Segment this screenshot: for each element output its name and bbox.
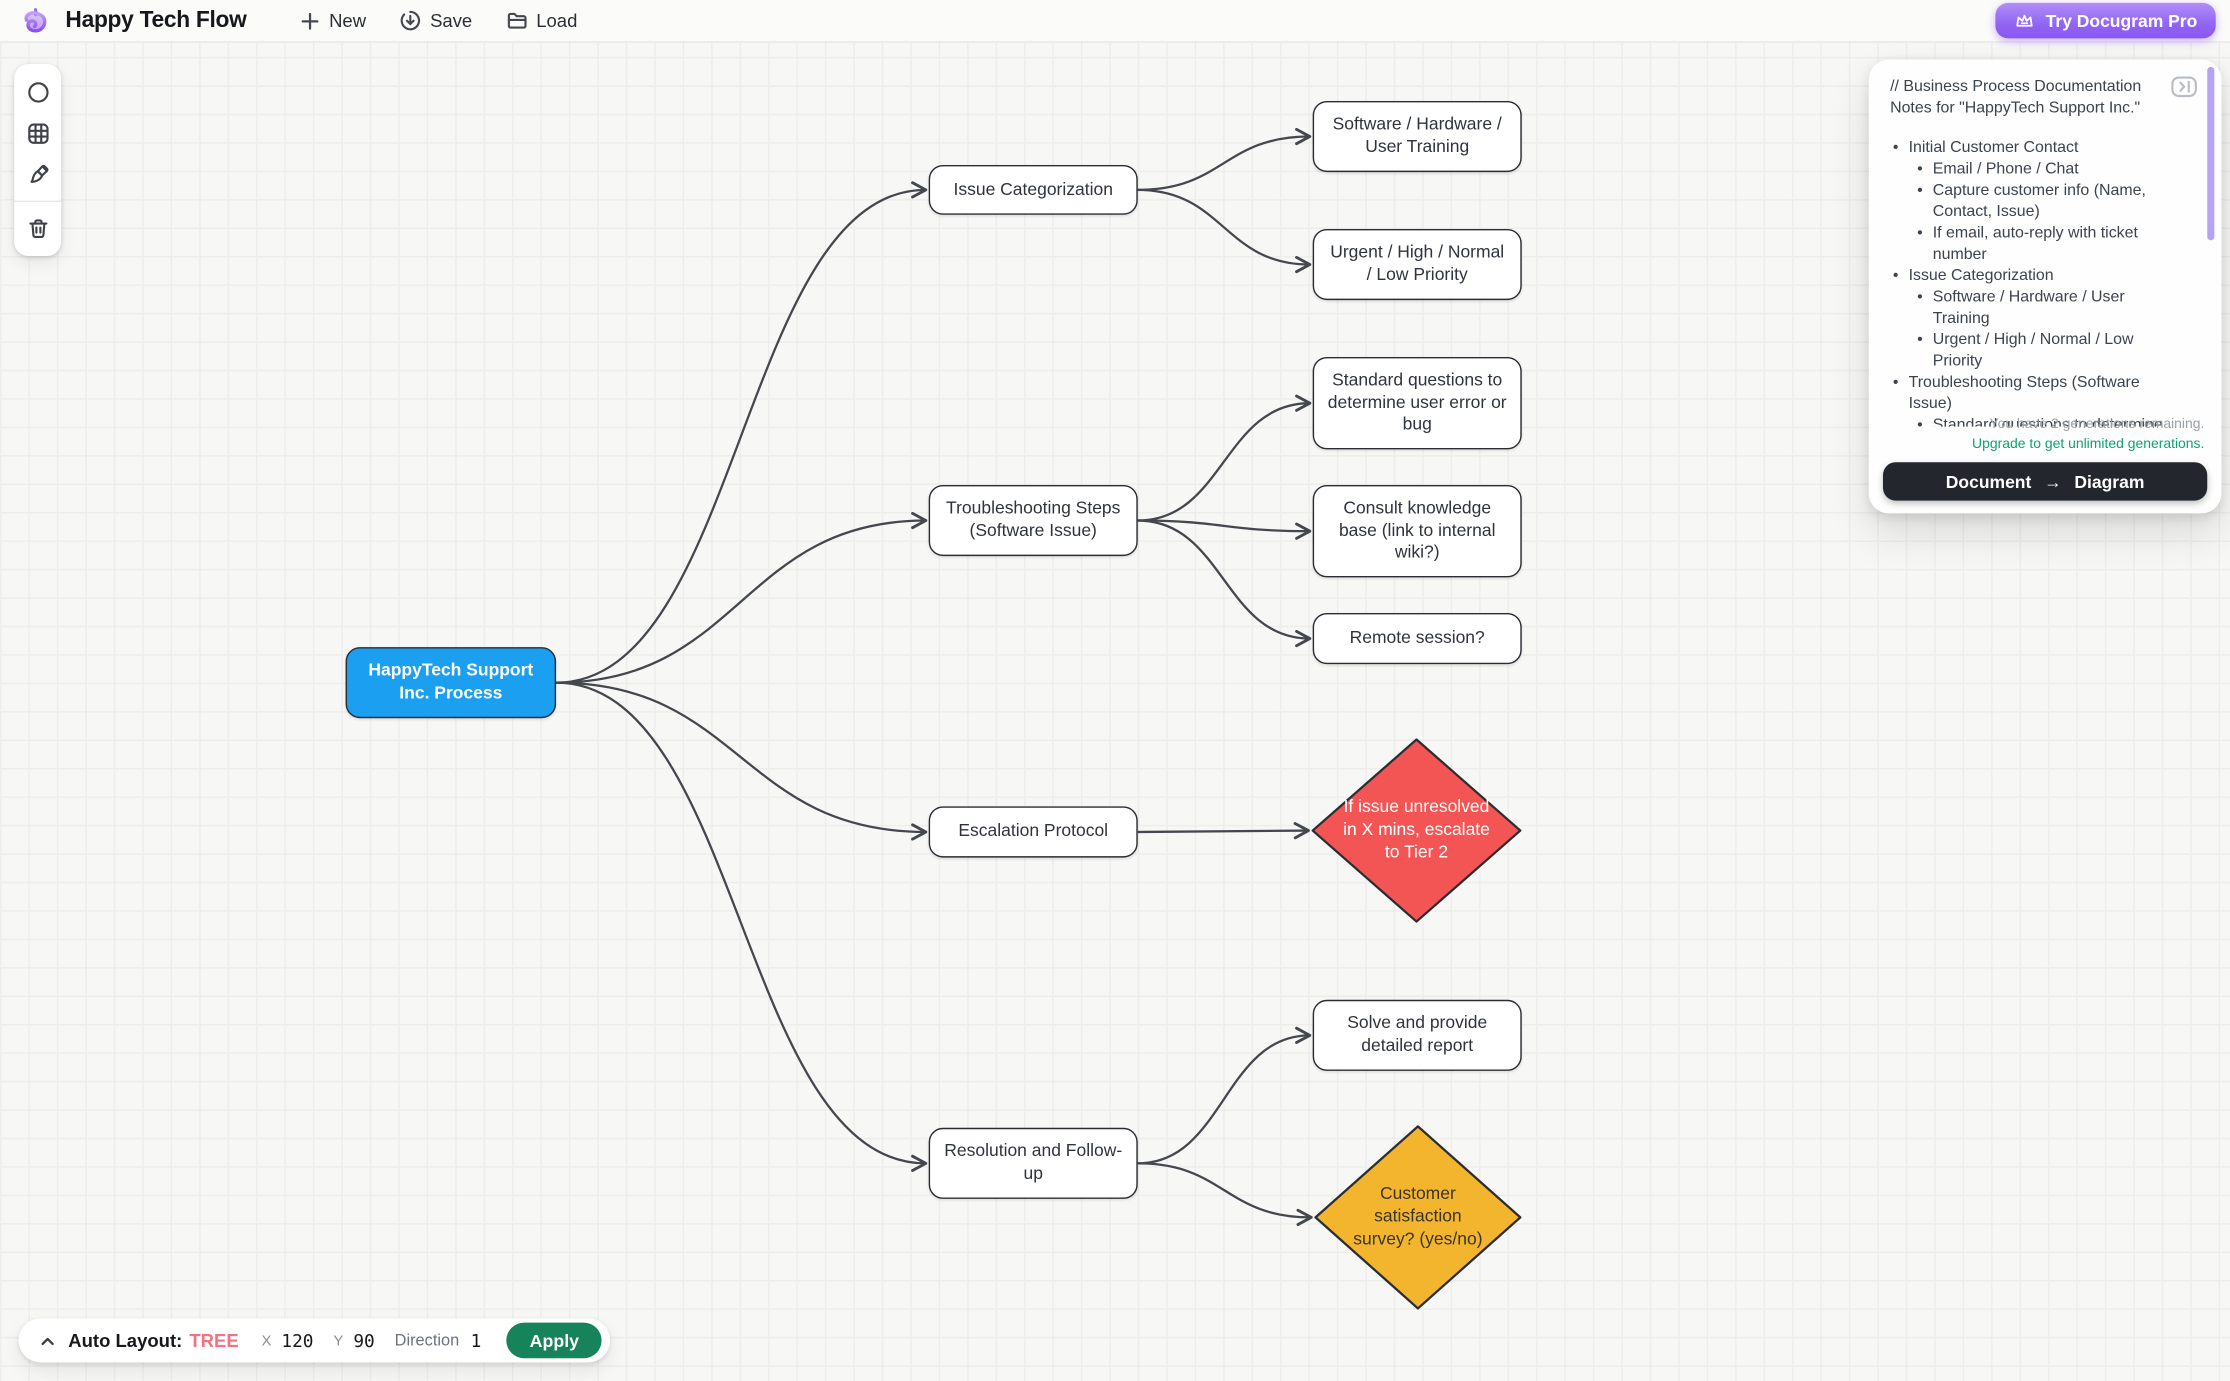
folder-icon <box>507 12 527 29</box>
note-line: Urgent / High / Normal / Low Priority <box>1890 330 2184 373</box>
node-label: Customer satisfaction survey? (yes/no) <box>1353 1183 1483 1249</box>
edge-resolution-followup-to-satisfaction-survey <box>1137 1162 1313 1226</box>
collapse-panel-button[interactable] <box>2170 74 2198 100</box>
generations-remaining-text: You have 2 generations remaining. <box>1989 416 2205 433</box>
note-line: Troubleshooting Steps (Software Issue) <box>1890 373 2184 416</box>
save-icon <box>401 10 421 31</box>
convert-right-label: Diagram <box>2074 471 2145 492</box>
auto-layout-label: Auto Layout: <box>68 1329 183 1352</box>
notes-text[interactable]: // Business Process Documentation Notes … <box>1890 77 2184 426</box>
layout-mode-value[interactable]: TREE <box>189 1330 238 1351</box>
new-button[interactable]: New <box>298 7 369 34</box>
node-solve-report[interactable]: Solve and provide detailed report <box>1312 999 1522 1071</box>
load-button[interactable]: Load <box>504 7 581 34</box>
node-label: If issue unresolved in X mins, escalate … <box>1343 796 1490 862</box>
note-line: Initial Customer Contact <box>1890 138 2184 159</box>
app-title: Happy Tech Flow <box>65 7 247 32</box>
load-label: Load <box>536 9 578 32</box>
panel-scrollbar-thumb[interactable] <box>2207 66 2215 241</box>
node-escalate-tier2[interactable]: If issue unresolved in X mins, escalate … <box>1311 738 1522 923</box>
note-line <box>1890 119 2184 137</box>
plus-icon <box>302 12 320 30</box>
circle-tool-button[interactable] <box>17 71 58 112</box>
edge-escalation-protocol-to-escalate-tier2 <box>1137 822 1310 840</box>
edge-root-to-resolution-followup <box>556 681 928 1172</box>
save-button[interactable]: Save <box>397 7 475 34</box>
note-line: Software / Hardware / User Training <box>1890 287 2184 330</box>
x-spacing-field[interactable]: 120 <box>281 1330 313 1351</box>
node-satisfaction-survey[interactable]: Customer satisfaction survey? (yes/no) <box>1314 1125 1522 1310</box>
shape-toolbar <box>14 63 62 256</box>
clean-tool-button[interactable] <box>17 154 58 195</box>
edge-issue-categorization-to-urgent-priority <box>1137 188 1312 274</box>
save-label: Save <box>430 9 473 32</box>
notes-panel: // Business Process Documentation Notes … <box>1868 59 2222 514</box>
note-line: Issue Categorization <box>1890 266 2184 287</box>
collapse-layout-bar-button[interactable] <box>37 1335 58 1346</box>
node-troubleshooting-steps[interactable]: Troubleshooting Steps (Software Issue) <box>928 484 1138 557</box>
panel-collapse-icon <box>2171 76 2197 98</box>
y-label: Y <box>333 1331 344 1349</box>
x-label: X <box>261 1331 272 1349</box>
node-standard-questions[interactable]: Standard questions to determine user err… <box>1312 356 1522 450</box>
upgrade-link[interactable]: Upgrade to get unlimited generations. <box>1972 437 2204 453</box>
node-root[interactable]: HappyTech Support Inc. Process <box>345 647 557 719</box>
direction-label: Direction <box>394 1331 460 1349</box>
note-line: Capture customer info (Name, Contact, Is… <box>1890 181 2184 224</box>
grid-tool-button[interactable] <box>17 112 58 153</box>
node-remote-session[interactable]: Remote session? <box>1312 612 1522 665</box>
edge-issue-categorization-to-software-hardware-training <box>1137 127 1312 192</box>
node-resolution-followup[interactable]: Resolution and Follow-up <box>928 1127 1138 1199</box>
convert-left-label: Document <box>1945 471 2032 492</box>
chevron-up-icon <box>41 1337 54 1345</box>
edge-root-to-issue-categorization <box>556 181 928 684</box>
edge-root-to-troubleshooting-steps <box>556 511 928 684</box>
auto-layout-bar: Auto Layout: TREE X 120 Y 90 Direction 1… <box>18 1318 611 1363</box>
edge-root-to-escalation-protocol <box>556 681 928 841</box>
delete-tool-button[interactable] <box>17 208 58 249</box>
y-spacing-field[interactable]: 90 <box>353 1330 374 1351</box>
note-line: Email / Phone / Chat <box>1890 159 2184 180</box>
header-menu: New Save Load <box>298 7 580 34</box>
app-header: Happy Tech Flow New Save Load Try Docugr… <box>0 0 2230 43</box>
direction-field[interactable]: 1 <box>471 1330 482 1351</box>
circle-icon <box>27 81 48 102</box>
app-window: HappyTech Support Inc. Process Issue Cate… <box>0 0 2230 1381</box>
toolbar-divider <box>14 200 62 202</box>
note-line: // Business Process Documentation Notes … <box>1890 78 2142 117</box>
node-urgent-priority[interactable]: Urgent / High / Normal / Low Priority <box>1312 228 1522 301</box>
crown-icon <box>2016 14 2034 26</box>
new-label: New <box>329 9 367 32</box>
edge-troubleshooting-steps-to-consult-knowledge-base <box>1137 519 1312 540</box>
apply-button[interactable]: Apply <box>506 1322 602 1359</box>
try-pro-label: Try Docugram Pro <box>2045 10 2198 31</box>
document-to-diagram-button[interactable]: Document → Diagram <box>1882 462 2208 501</box>
node-software-hardware-training[interactable]: Software / Hardware / User Training <box>1312 100 1522 173</box>
grid-icon <box>27 122 48 144</box>
node-consult-knowledge-base[interactable]: Consult knowledge base (link to internal… <box>1312 484 1522 578</box>
app-logo-icon <box>24 7 47 32</box>
edge-troubleshooting-steps-to-remote-session <box>1137 519 1312 648</box>
node-issue-categorization[interactable]: Issue Categorization <box>928 164 1138 215</box>
try-pro-button[interactable]: Try Docugram Pro <box>1995 2 2216 39</box>
broom-icon <box>29 164 48 183</box>
arrow-right-icon: → <box>2044 471 2062 492</box>
edge-troubleshooting-steps-to-standard-questions <box>1137 394 1312 522</box>
note-line: If email, auto-reply with ticket number <box>1890 223 2184 266</box>
trash-icon <box>28 218 47 238</box>
node-escalation-protocol[interactable]: Escalation Protocol <box>928 806 1138 858</box>
edge-resolution-followup-to-solve-report <box>1137 1026 1312 1165</box>
